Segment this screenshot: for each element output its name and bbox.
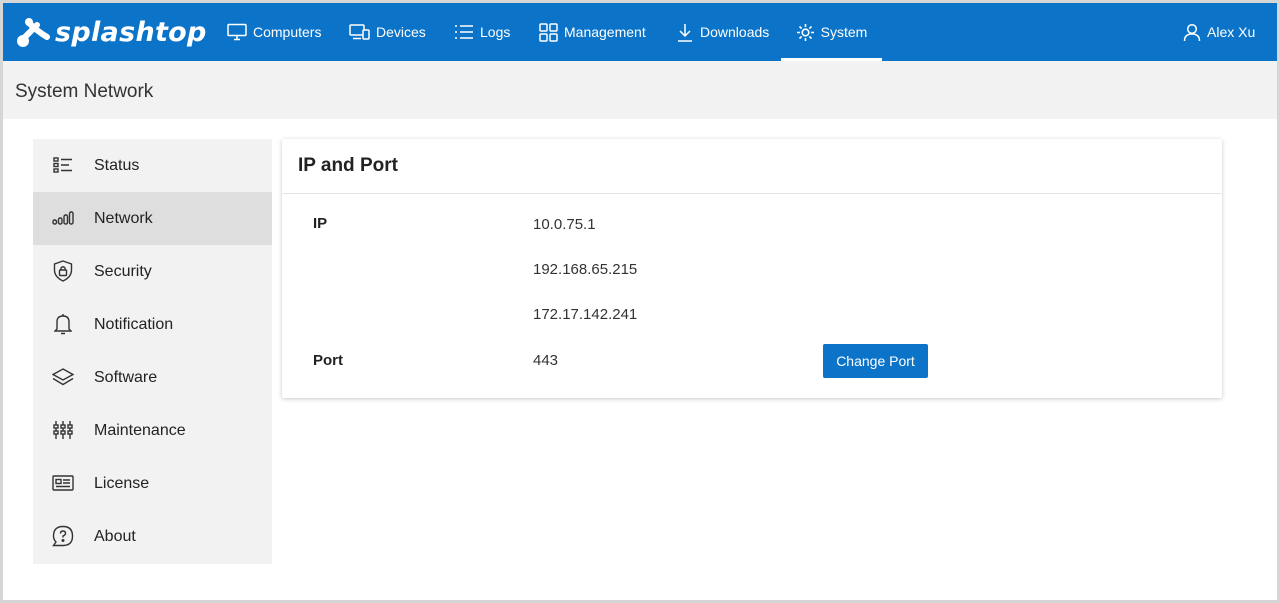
brand-logo[interactable]: splashtop <box>15 14 207 50</box>
change-port-button[interactable]: Change Port <box>823 344 928 378</box>
gear-icon <box>796 23 814 41</box>
sidebar-item-maintenance[interactable]: Maintenance <box>33 404 272 457</box>
port-label: Port <box>313 352 343 369</box>
sidebar: Status Network Security Notification Sof… <box>33 139 272 564</box>
ip-value-2: 192.168.65.215 <box>533 261 638 278</box>
sidebar-item-label: Software <box>94 368 158 386</box>
shield-lock-icon <box>52 260 74 282</box>
bell-icon <box>52 313 74 335</box>
user-name: Alex Xu <box>1207 24 1256 40</box>
page-header: System Network <box>3 61 1277 119</box>
list-icon <box>455 25 473 39</box>
nav-label: Logs <box>480 24 511 40</box>
nav-label: Downloads <box>700 24 770 40</box>
nav-computers[interactable]: Computers <box>227 3 321 61</box>
sidebar-item-software[interactable]: Software <box>33 351 272 404</box>
sidebar-item-label: About <box>94 527 136 545</box>
page-title: System Network <box>15 81 154 102</box>
ip-value-3: 172.17.142.241 <box>533 306 638 323</box>
signal-bars-icon <box>52 207 74 229</box>
question-bubble-icon <box>52 525 74 547</box>
download-icon <box>678 23 692 42</box>
ip-value-1: 10.0.75.1 <box>533 216 596 233</box>
nav-logs[interactable]: Logs <box>454 3 510 61</box>
devices-icon <box>349 24 370 40</box>
sidebar-item-label: License <box>94 474 150 492</box>
card-divider <box>282 193 1222 194</box>
layers-icon <box>52 366 74 388</box>
ip-label: IP <box>313 215 328 232</box>
user-menu[interactable]: Alex Xu <box>1183 3 1255 61</box>
brand-name: splashtop <box>55 16 207 48</box>
sidebar-item-security[interactable]: Security <box>33 245 272 298</box>
sidebar-item-license[interactable]: License <box>33 457 272 510</box>
nav-system[interactable]: System <box>781 3 882 61</box>
sidebar-item-about[interactable]: About <box>33 510 272 563</box>
id-card-icon <box>52 472 74 494</box>
sidebar-item-network[interactable]: Network <box>33 192 272 245</box>
nav-label: Devices <box>376 24 426 40</box>
sidebar-item-notification[interactable]: Notification <box>33 298 272 351</box>
user-icon <box>1183 23 1201 41</box>
nav-label: Computers <box>253 24 322 40</box>
sidebar-item-label: Maintenance <box>94 421 186 439</box>
monitor-icon <box>227 23 247 41</box>
sidebar-item-label: Status <box>94 156 140 174</box>
card-title: IP and Port <box>298 155 398 176</box>
ip-port-card: IP and Port IP 10.0.75.1 192.168.65.215 … <box>282 139 1222 398</box>
top-navbar: splashtop Computers Devices Logs Managem <box>3 3 1277 61</box>
nav-label: Management <box>564 24 646 40</box>
nav-downloads[interactable]: Downloads <box>676 3 769 61</box>
status-list-icon <box>52 154 74 176</box>
splashtop-logo-icon <box>17 18 50 47</box>
sidebar-item-label: Network <box>94 209 153 227</box>
sidebar-item-label: Notification <box>94 315 174 333</box>
nav-devices[interactable]: Devices <box>349 3 426 61</box>
grid-icon <box>539 22 558 42</box>
sidebar-item-label: Security <box>94 262 152 280</box>
nav-label: System <box>820 24 868 40</box>
sliders-icon <box>52 419 74 441</box>
port-value: 443 <box>533 352 559 369</box>
nav-management[interactable]: Management <box>539 3 646 61</box>
app-window: splashtop Computers Devices Logs Managem <box>0 0 1280 603</box>
sidebar-item-status[interactable]: Status <box>33 139 272 192</box>
